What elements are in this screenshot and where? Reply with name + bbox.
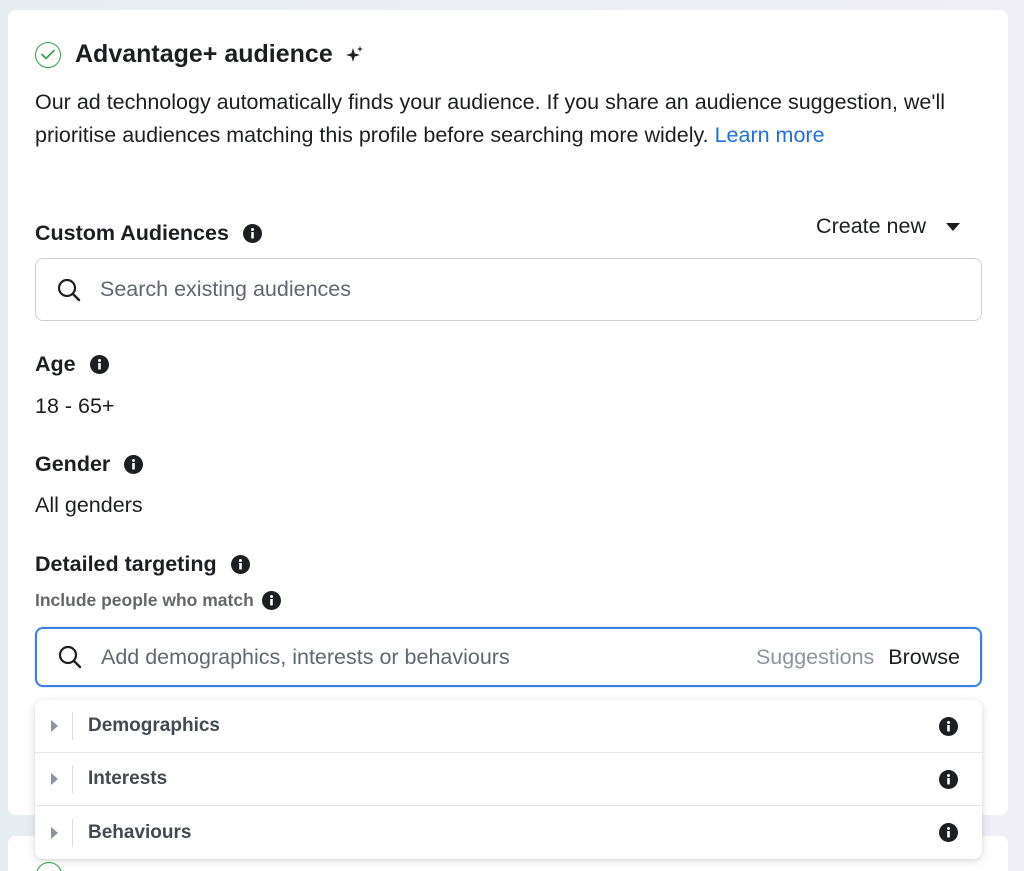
age-value: 18 - 65+ [35,394,115,418]
info-icon[interactable] [89,355,109,374]
info-icon[interactable] [124,455,144,474]
custom-audiences-label-text: Custom Audiences [35,221,229,245]
section-title: Advantage+ audience [75,40,333,68]
gender-value: All genders [35,493,143,517]
category-label: Interests [88,768,168,789]
info-icon[interactable] [939,716,958,736]
targeting-categories-dropdown: Demographics Interests Behaviours [35,700,982,859]
gender-label-text: Gender [35,452,111,476]
divider [72,765,73,793]
browse-button[interactable]: Browse [888,645,960,670]
divider [72,712,73,740]
info-icon[interactable] [261,591,281,610]
category-row-behaviours[interactable]: Behaviours [35,806,982,859]
custom-audiences-label: Custom Audiences [35,221,262,246]
category-label: Behaviours [88,821,192,843]
custom-audiences-search-input[interactable]: Search existing audiences [35,258,982,321]
check-circle-icon [35,41,61,68]
info-icon[interactable] [242,224,262,243]
info-icon[interactable] [939,823,958,842]
audience-card: Advantage+ audience Our ad technology au… [8,10,1008,815]
detailed-targeting-label-text: Detailed targeting [35,552,217,576]
caret-down-icon [946,222,960,231]
age-label: Age [35,352,109,377]
section-description: Our ad technology automatically finds yo… [35,86,965,152]
caret-right-icon[interactable] [51,773,58,785]
include-people-label: Include people who match [35,590,281,611]
age-label-text: Age [35,352,76,376]
search-placeholder: Add demographics, interests or behaviour… [101,644,510,669]
create-new-label: Create new [816,214,926,238]
search-actions: Suggestions Browse [756,645,960,670]
search-placeholder: Search existing audiences [100,277,351,301]
category-row-demographics[interactable]: Demographics [35,700,982,753]
learn-more-link[interactable]: Learn more [715,123,825,147]
search-icon [58,645,82,669]
check-circle-icon [36,862,62,871]
info-icon[interactable] [939,769,958,789]
create-new-dropdown[interactable]: Create new [816,214,960,239]
section-header: Advantage+ audience [35,40,365,69]
divider [72,818,73,847]
category-label: Demographics [88,715,220,736]
caret-right-icon[interactable] [51,720,58,732]
category-row-interests[interactable]: Interests [35,753,982,806]
suggestions-button[interactable]: Suggestions [756,645,874,670]
detailed-targeting-label: Detailed targeting [35,552,250,577]
info-icon[interactable] [230,555,250,574]
search-icon [57,278,81,301]
sparkle-icon [345,45,365,65]
caret-right-icon[interactable] [51,826,58,839]
include-people-text: Include people who match [35,590,254,610]
detailed-targeting-search-input[interactable]: Add demographics, interests or behaviour… [35,627,982,687]
gender-label: Gender [35,452,144,477]
